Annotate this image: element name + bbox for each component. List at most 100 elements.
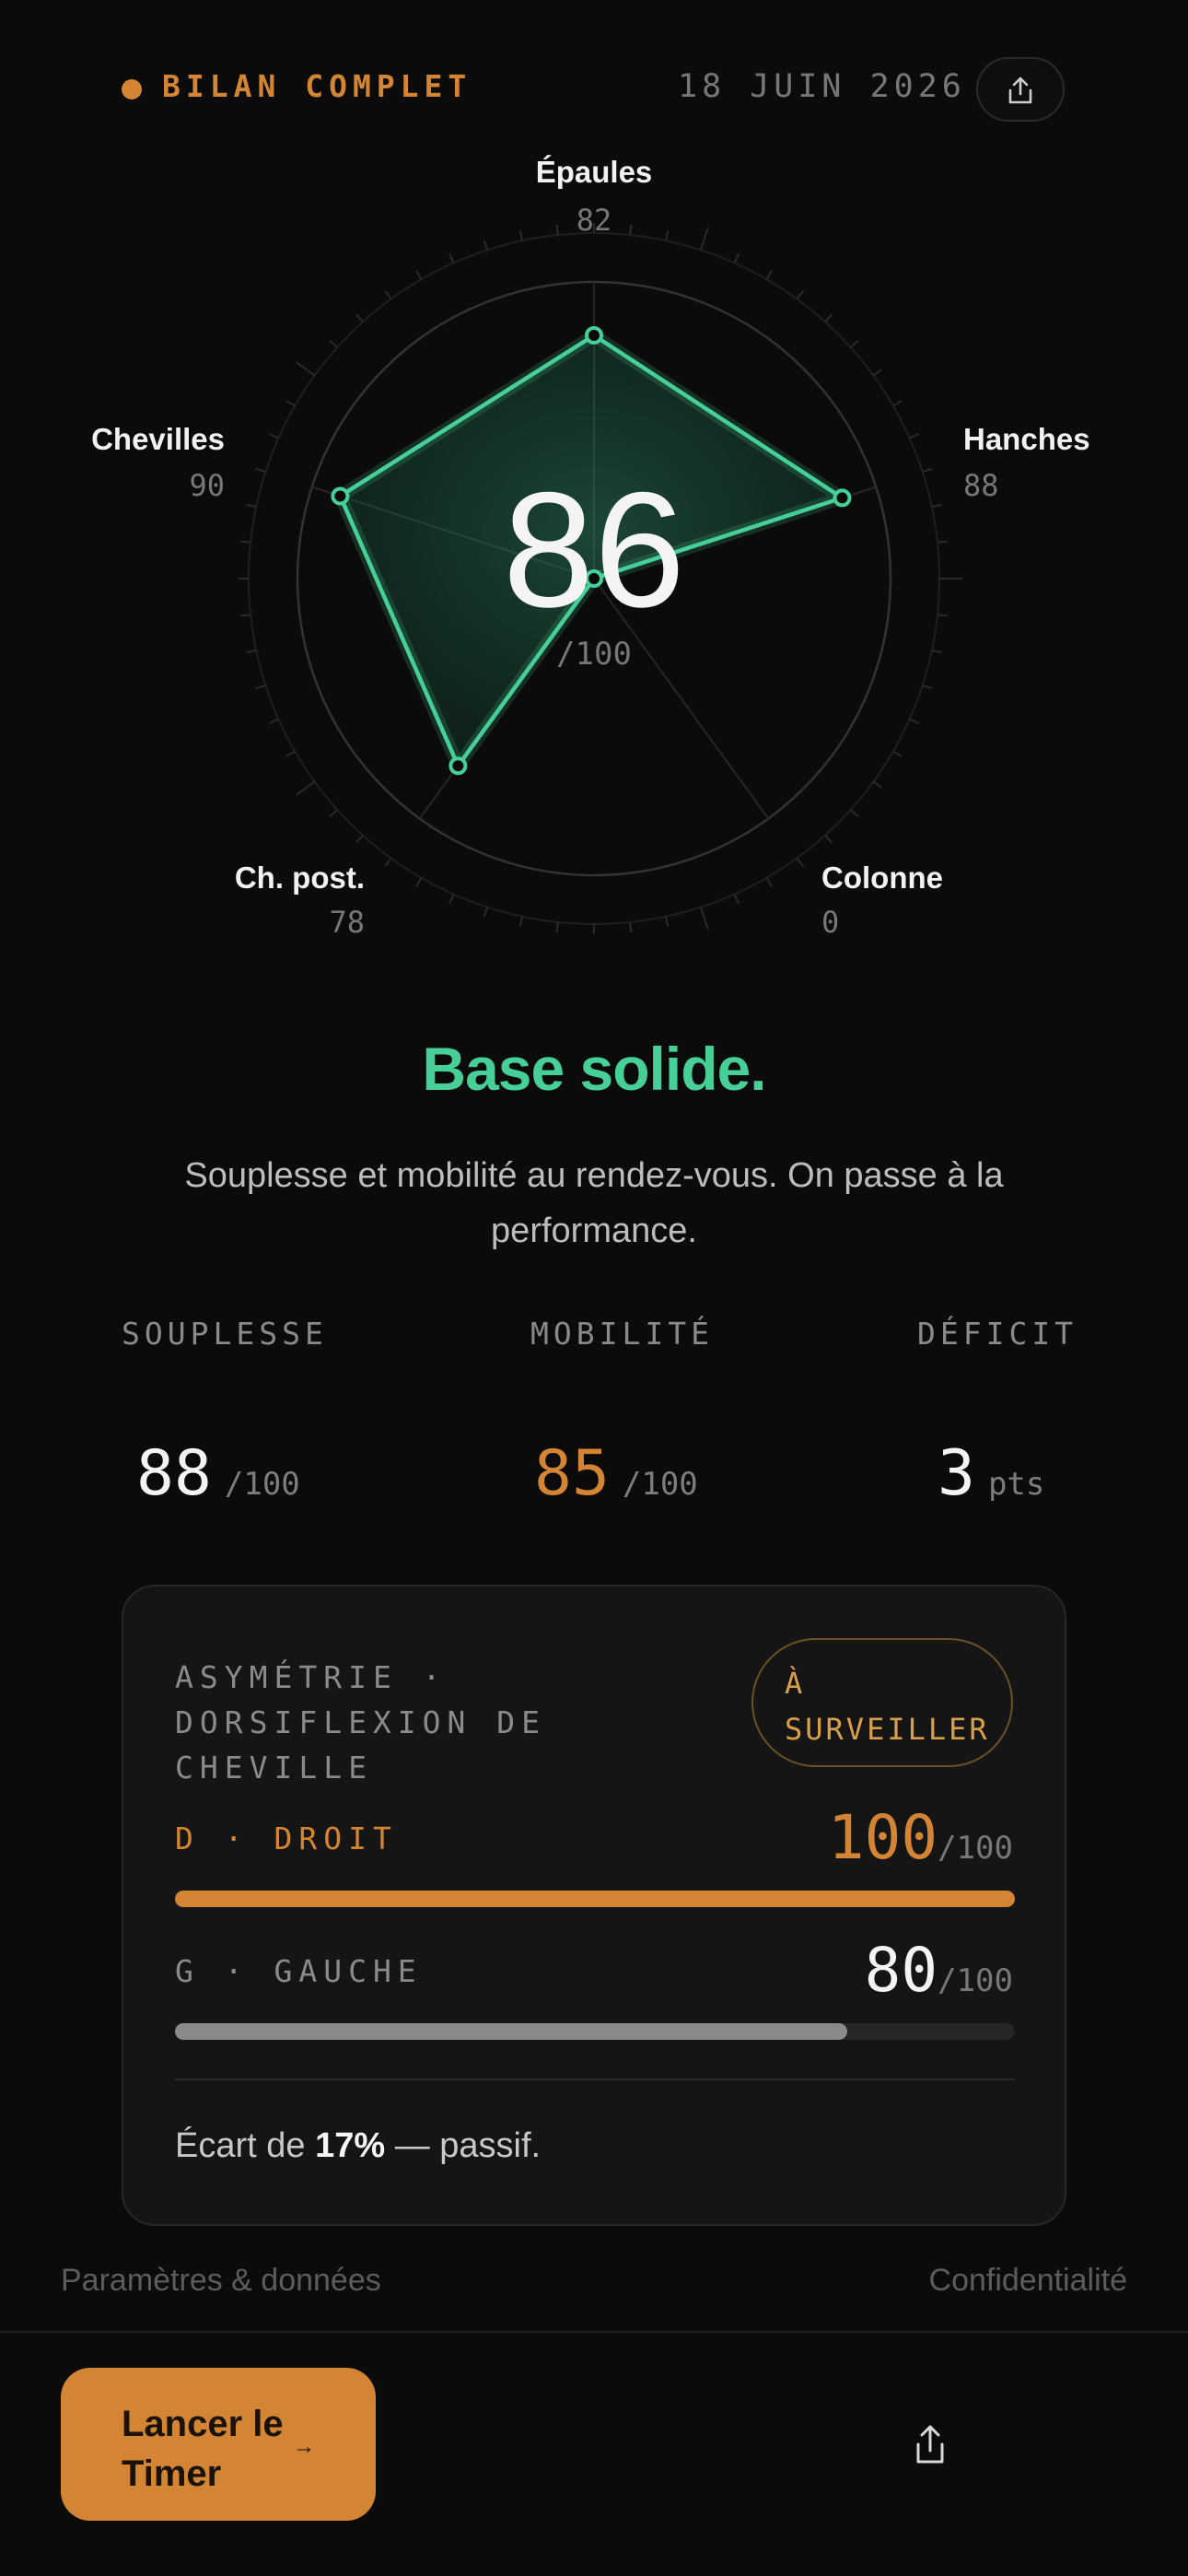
share-bottom-button[interactable] [904, 2419, 956, 2471]
radar-tick [824, 835, 833, 844]
radar-tick [483, 240, 489, 251]
radar-tick [285, 750, 296, 757]
gap-suffix: — passif. [385, 2126, 542, 2165]
radar-axis-value: 82 [576, 203, 612, 238]
radar-tick [415, 270, 423, 280]
verdict-subtitle: Souplesse et mobilité au rendez-vous. On… [184, 1156, 1004, 1250]
asymmetry-title: ASYMÉTRIE · DORSIFLEXION DE CHEVILLE [175, 1659, 547, 1786]
radar-tick [448, 894, 455, 905]
share-button[interactable] [976, 57, 1065, 122]
radar-axis-label: Hanches [963, 422, 1090, 456]
right-side-unit: /100 [938, 1830, 1013, 1867]
watch-badge: À SURVEILLER [751, 1638, 1013, 1767]
stat-value-deficit: 3 [938, 1437, 975, 1510]
radar-tick [892, 400, 903, 407]
stat-value-mobilite: 85 [534, 1437, 610, 1510]
status-dot [122, 79, 142, 100]
radar-tick [664, 916, 670, 927]
radar-tick [629, 921, 633, 932]
radar-tick [765, 270, 773, 280]
start-timer-button[interactable]: Lancer le Timer → [61, 2368, 376, 2521]
settings-link[interactable]: Paramètres & données [61, 2263, 381, 2299]
radar-tick [285, 400, 296, 407]
radar-point-0 [585, 325, 603, 345]
right-side-label: D · DROIT [175, 1821, 398, 1856]
card-divider [175, 2078, 1015, 2080]
stat-souplesse: 88/100 [136, 1437, 300, 1510]
overall-score-unit: /100 [556, 636, 632, 673]
radar-tick [922, 684, 933, 690]
radar-tick [268, 433, 279, 439]
radar-tick [448, 252, 455, 263]
right-side-value: 100/100 [828, 1802, 1013, 1873]
start-timer-label: Lancer le Timer [122, 2404, 284, 2494]
share-icon [1008, 76, 1032, 104]
radar-tick [355, 313, 364, 322]
radar-tick [268, 718, 279, 724]
right-side-bar [175, 1891, 1015, 1907]
left-side-bar-fill [175, 2023, 847, 2040]
radar-tick [555, 921, 559, 932]
radar-tick [384, 857, 392, 867]
left-side-bar [175, 2023, 1015, 2040]
asymmetry-card: ASYMÉTRIE · DORSIFLEXION DE CHEVILLE À S… [122, 1585, 1066, 2226]
radar-tick [329, 339, 338, 348]
stat-value-souplesse: 88 [136, 1437, 212, 1510]
radar-tick [765, 877, 773, 887]
right-side-bar-fill [175, 1891, 1015, 1907]
radar-tick [384, 290, 392, 300]
radar-tick [699, 907, 709, 930]
radar-tick [796, 857, 804, 867]
radar-tick [483, 907, 489, 918]
radar-tick [415, 877, 423, 887]
radar-tick [796, 290, 804, 300]
right-side-number: 100 [827, 1802, 938, 1873]
radar-tick [824, 313, 833, 322]
stat-label-mobilite: MOBILITÉ [530, 1316, 714, 1352]
stat-mobilite: 85/100 [534, 1437, 698, 1510]
radar-tick [909, 433, 920, 439]
radar-tick [872, 780, 882, 789]
radar-axis-label: Chevilles [91, 422, 225, 456]
radar-tick [892, 750, 903, 757]
left-side-unit: /100 [938, 1962, 1013, 1999]
gap-value: 17% [315, 2126, 386, 2165]
radar-tick [909, 718, 920, 724]
radar-tick [518, 916, 524, 927]
radar-tick [329, 809, 338, 818]
page-title: BILAN COMPLET [162, 68, 472, 104]
radar-axis-label: Épaules [535, 155, 653, 189]
stat-label-souplesse: SOUPLESSE [122, 1316, 328, 1352]
gap-prefix: Écart de [175, 2126, 316, 2165]
report-date: 18 JUIN 2026 [678, 68, 966, 105]
radar-tick [295, 780, 316, 796]
stat-deficit: 3 pts [938, 1437, 1044, 1510]
radar-tick [733, 252, 740, 263]
gap-summary: Écart de 17% — passif. [175, 2126, 541, 2166]
arrow-right-icon: → [293, 2434, 315, 2459]
radar-axis-label: Colonne [821, 861, 943, 895]
left-side-number: 80 [864, 1935, 938, 2006]
radar-axis-value: 78 [329, 905, 365, 940]
left-side-label: G · GAUCHE [175, 1953, 423, 1989]
stat-unit-souplesse: /100 [224, 1466, 300, 1503]
radar-tick [850, 339, 859, 348]
radar-tick [295, 361, 316, 377]
stat-unit-mobilite: /100 [622, 1466, 698, 1503]
stat-label-deficit: DÉFICIT [917, 1316, 1078, 1352]
radar-tick [733, 894, 740, 905]
privacy-link[interactable]: Confidentialité [929, 2263, 1127, 2299]
overall-score: 86 [503, 458, 685, 641]
verdict-title: Base solide. [422, 1035, 766, 1103]
radar-point-3 [448, 756, 468, 776]
radar-tick [872, 369, 882, 377]
left-side-value: 80/100 [865, 1935, 1013, 2006]
radar-tick [355, 835, 364, 844]
radar-tick [255, 684, 266, 690]
radar-axis-value: 0 [821, 905, 840, 940]
stat-unit-deficit: pts [987, 1466, 1045, 1503]
radar-chart: Épaules 82 Hanches 88 Colonne 0 Ch. post. 78 Che… [0, 138, 1188, 967]
radar-axis-label: Ch. post. [234, 861, 365, 895]
share-icon [916, 2425, 944, 2464]
radar-tick [850, 809, 859, 818]
